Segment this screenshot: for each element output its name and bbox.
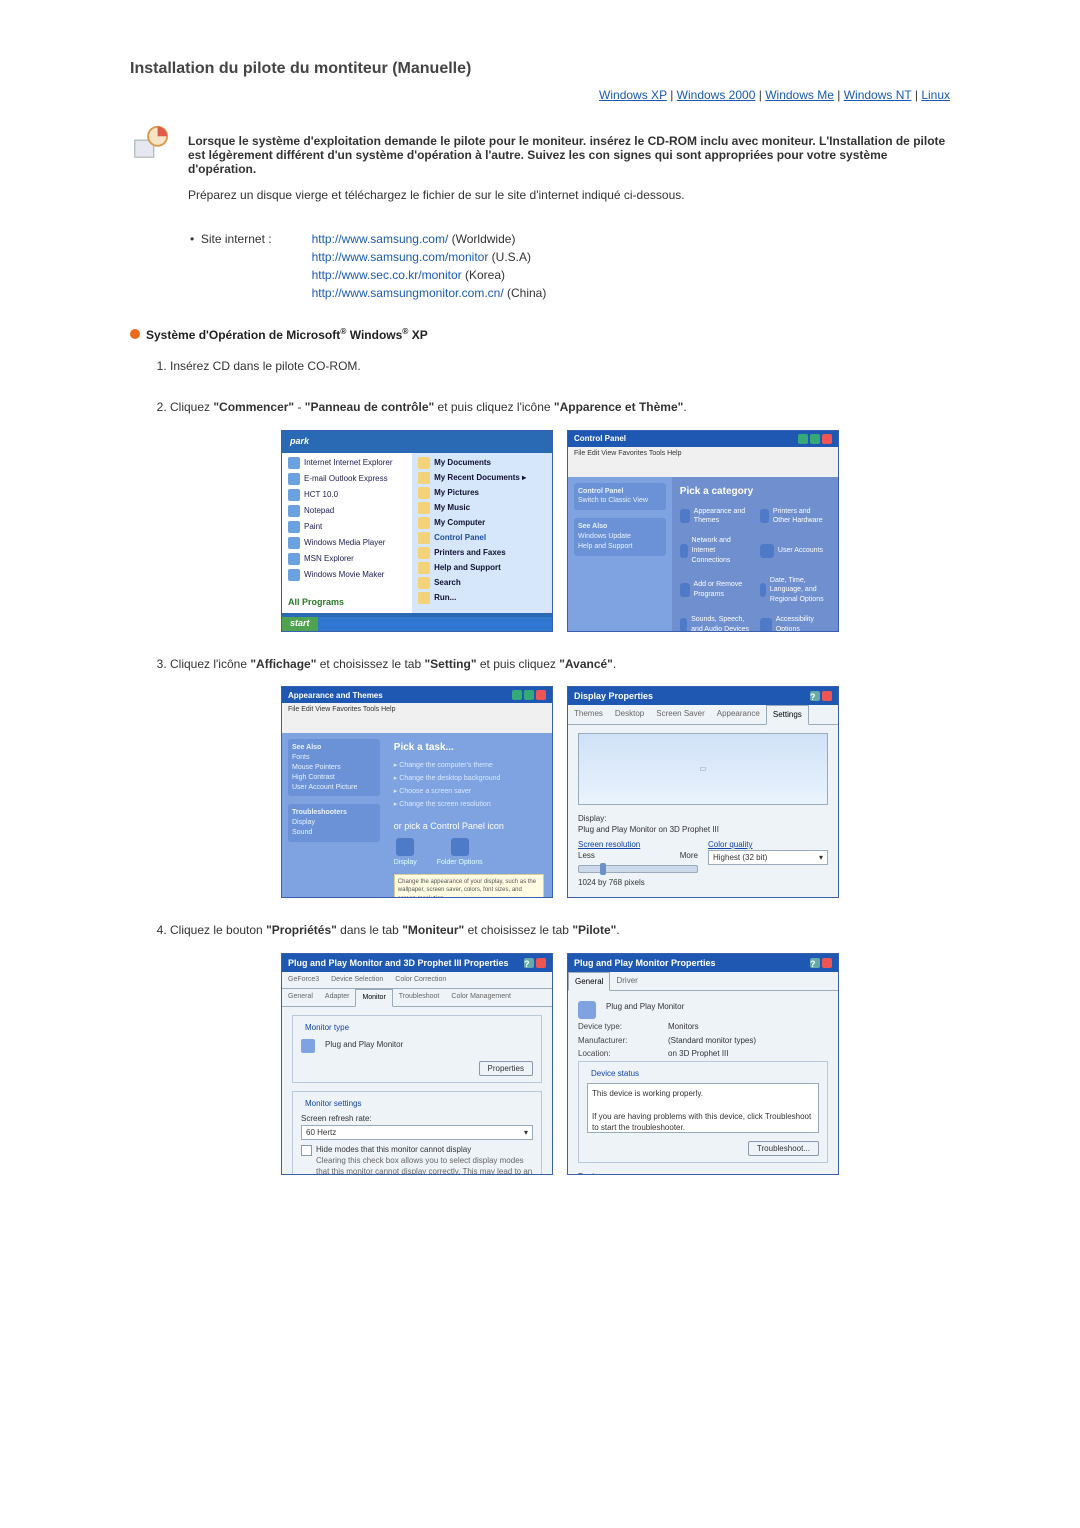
screenshot-appearance-themes: Appearance and Themes File Edit View Fav… bbox=[281, 686, 553, 898]
tab-monitor: Monitor bbox=[355, 989, 392, 1007]
document-cd-icon bbox=[130, 122, 170, 162]
chevron-down-icon: ▾ bbox=[524, 1127, 528, 1138]
intro-bold: Lorsque le système d'exploitation demand… bbox=[188, 134, 950, 176]
monitor-icon bbox=[301, 1039, 315, 1053]
screenshot-control-panel: Control Panel File Edit View Favorites T… bbox=[567, 430, 839, 632]
site-link-cn[interactable]: http://www.samsungmonitor.com.cn/ bbox=[312, 286, 504, 300]
step-1: Insérez CD dans le pilote CO-ROM. bbox=[170, 358, 950, 375]
os-links-row: Windows XP | Windows 2000 | Windows Me |… bbox=[130, 88, 950, 102]
monitor-icon bbox=[578, 1001, 596, 1019]
refresh-rate-select: 60 Hertz▾ bbox=[301, 1125, 533, 1140]
os-link-linux[interactable]: Linux bbox=[921, 88, 950, 102]
screenshot-pnp-properties: Plug and Play Monitor Properties? Genera… bbox=[567, 953, 839, 1175]
screenshot-display-properties: Display Properties? Themes Desktop Scree… bbox=[567, 686, 839, 898]
bullet-icon bbox=[130, 329, 140, 339]
os-link-xp[interactable]: Windows XP bbox=[599, 88, 667, 102]
ie-icon bbox=[288, 457, 300, 469]
resolution-slider bbox=[578, 865, 698, 873]
page-title: Installation du pilote du montiteur (Man… bbox=[130, 60, 950, 78]
startmenu-user: park bbox=[282, 431, 552, 453]
site-label: Site internet : bbox=[201, 232, 272, 246]
section-heading: Système d'Opération de Microsoft® Window… bbox=[130, 326, 950, 342]
start-button: start bbox=[282, 617, 318, 631]
step-2: Cliquez "Commencer" - "Panneau de contrô… bbox=[170, 399, 950, 632]
os-link-nt[interactable]: Windows NT bbox=[844, 88, 912, 102]
os-link-me[interactable]: Windows Me bbox=[765, 88, 834, 102]
color-quality-select: Highest (32 bit)▾ bbox=[708, 850, 828, 865]
chevron-down-icon: ▾ bbox=[819, 852, 823, 863]
screenshot-monitor-tab: Plug and Play Monitor and 3D Prophet III… bbox=[281, 953, 553, 1175]
monitor-preview-icon: ▭ bbox=[578, 733, 828, 805]
prepare-text: Préparez un disque vierge et téléchargez… bbox=[188, 188, 950, 202]
screenshot-start-menu: park Internet Internet Explorer E-mail O… bbox=[281, 430, 553, 632]
tab-settings: Settings bbox=[766, 705, 809, 724]
properties-button: Properties bbox=[479, 1061, 533, 1076]
advanced-button: Advanced bbox=[774, 897, 828, 899]
site-links: http://www.samsung.com/ (Worldwide) http… bbox=[312, 232, 547, 300]
troubleshoot-button: Troubleshoot... bbox=[748, 1141, 819, 1156]
step-4: Cliquez le bouton "Propriétés" dans le t… bbox=[170, 922, 950, 1175]
mail-icon bbox=[288, 473, 300, 485]
control-panel-icon bbox=[418, 532, 430, 544]
site-link-usa[interactable]: http://www.samsung.com/monitor bbox=[312, 250, 489, 264]
folder-options-icon bbox=[451, 838, 469, 856]
os-link-2000[interactable]: Windows 2000 bbox=[677, 88, 756, 102]
tab-general: General bbox=[568, 972, 610, 991]
site-link-ww[interactable]: http://www.samsung.com/ bbox=[312, 232, 449, 246]
troubleshoot-button: Troubleshoot... bbox=[697, 897, 768, 899]
site-link-kr[interactable]: http://www.sec.co.kr/monitor bbox=[312, 268, 462, 282]
hide-modes-checkbox bbox=[301, 1145, 312, 1156]
step-3: Cliquez l'icône "Affichage" et choisisse… bbox=[170, 656, 950, 899]
display-icon bbox=[396, 838, 414, 856]
